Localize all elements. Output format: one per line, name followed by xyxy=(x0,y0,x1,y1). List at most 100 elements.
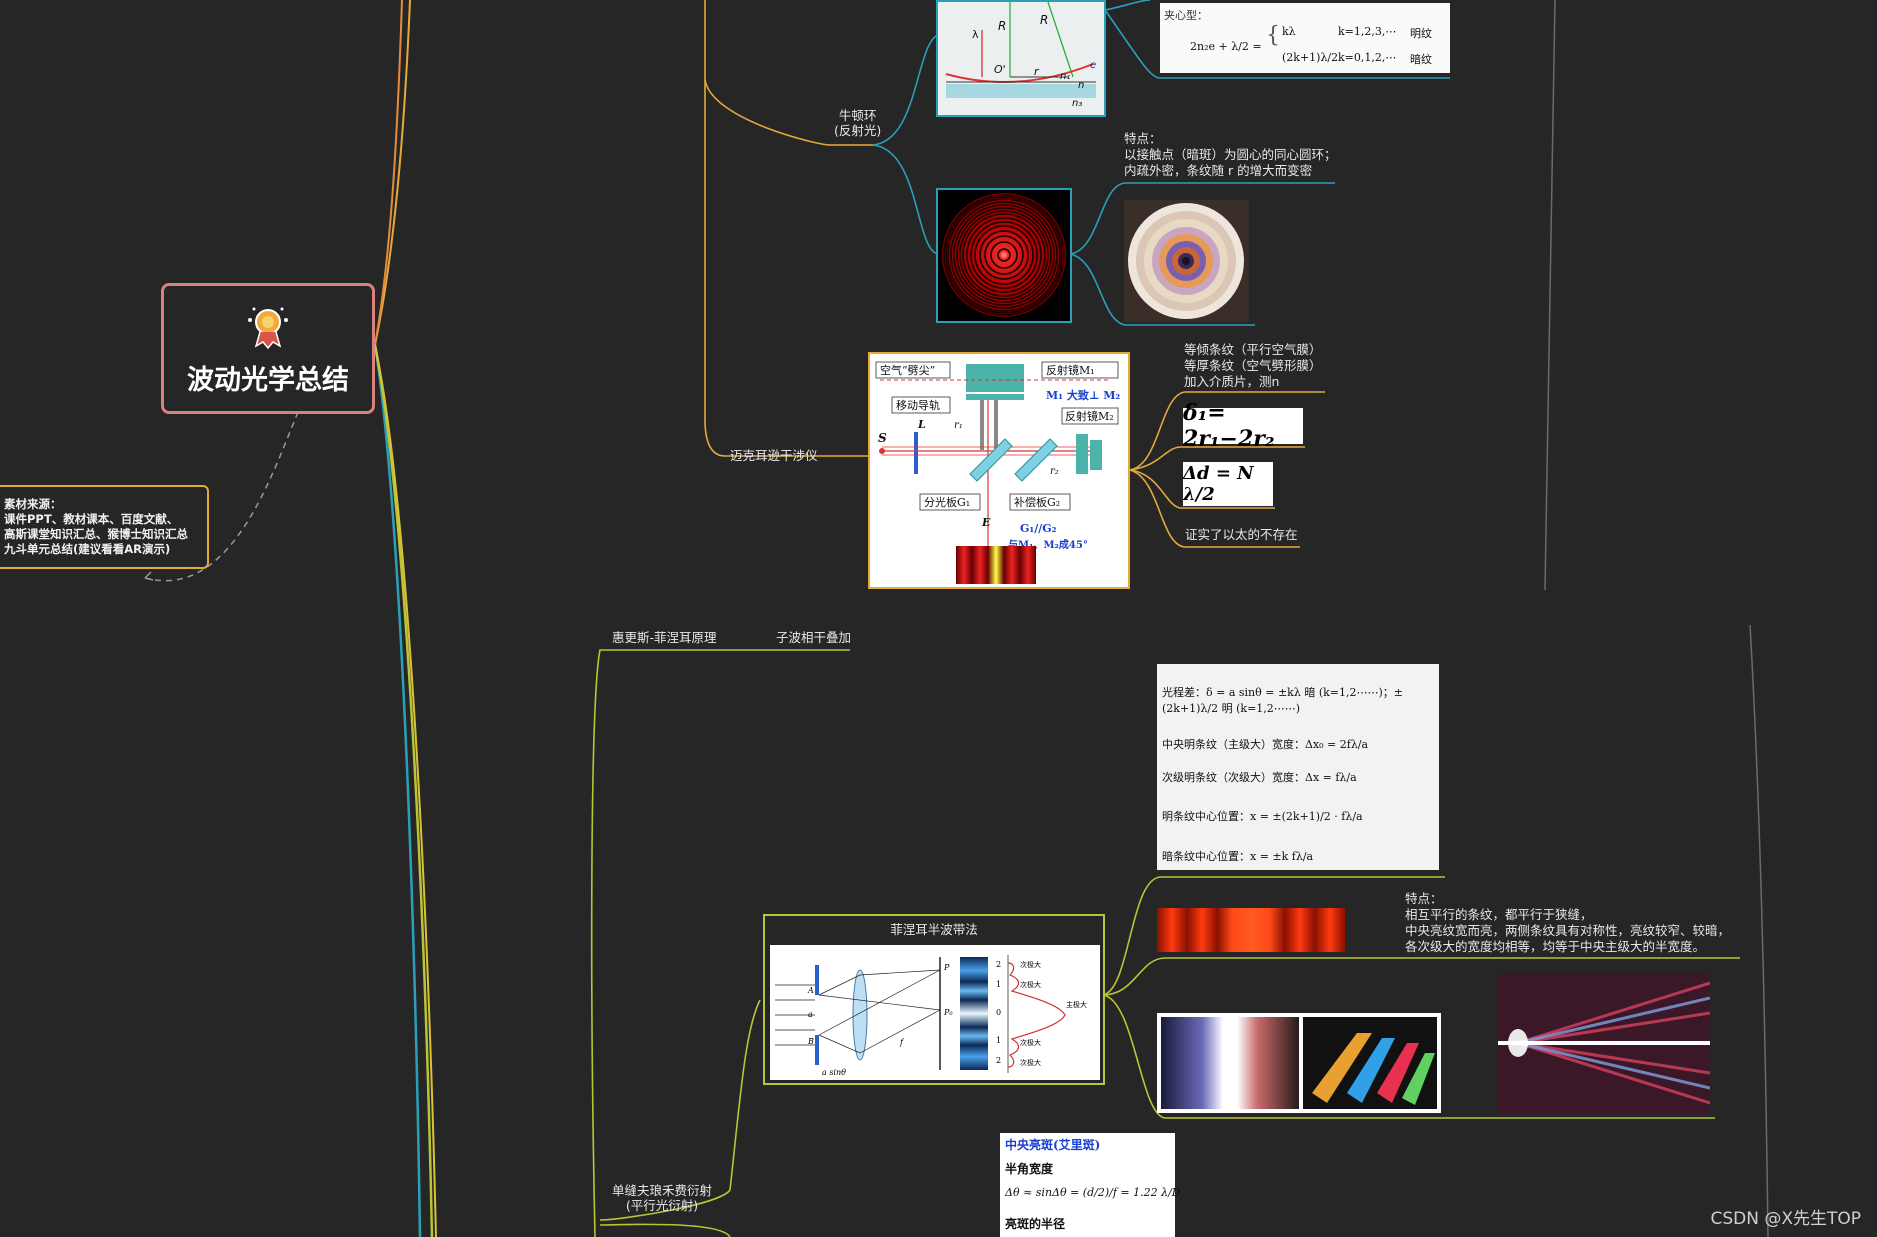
slit-label: f xyxy=(899,1038,905,1047)
newton-features[interactable]: 特点： 以接触点（暗斑）为圆心的同心圆环； 内疏外密，条纹随 r 的增大而变密 xyxy=(1124,131,1337,179)
medal-icon xyxy=(248,307,288,350)
diffraction-rays-photo xyxy=(1498,973,1711,1113)
formula-row: 光程差：δ = a sinθ = ±kλ 暗 (k=1,2⋯⋯)；±(2k+1)… xyxy=(1162,686,1403,715)
formula-row: 暗条纹中心位置：x = ±k fλ/a xyxy=(1162,850,1314,863)
single-slit-label-line: (平行光衍射) xyxy=(625,1198,699,1213)
newton-diagram-label: n₁ xyxy=(1060,71,1070,82)
source-line: 素材来源： xyxy=(4,497,62,511)
michelson-formula-path-diff: δ₁= 2r₁−2r₂ xyxy=(1183,400,1303,452)
airy-formula: Δθ ≈ sinΔθ = (d/2)/f = 1.22 λ/D xyxy=(1005,1186,1181,1199)
michelson-g2-label: 补偿板G₂ xyxy=(1014,495,1060,509)
formula-row: 明条纹中心位置：x = ±(2k+1)/2 · fλ/a xyxy=(1162,810,1363,823)
michelson-l-label: L xyxy=(917,418,926,431)
order-label: 1 xyxy=(996,980,1001,989)
single-slit-feature-line: 各次级大的宽度均相等，均等于中央主级大的半宽度。 xyxy=(1405,939,1706,954)
michelson-diagram: 空气“劈尖” 反射镜M₁ M₁ 大致⊥ M₂ 移动导轨 反射镜M₂ r₁ S L… xyxy=(868,352,1130,589)
max-label: 次极大 xyxy=(1020,1038,1041,1047)
order-label: 2 xyxy=(996,960,1001,969)
newton-ring-diagram: R R λ O' r n₁ n n₃ e xyxy=(936,0,1106,117)
huygens-child[interactable]: 子波相干叠加 xyxy=(776,630,851,645)
slit-label: A xyxy=(807,986,814,995)
single-slit-fringe-image xyxy=(1157,908,1345,952)
newton-ring-label[interactable]: 牛顿环 (反射光) xyxy=(834,108,881,138)
slit-label: a xyxy=(808,1010,813,1019)
source-line: 九斗单元总结(建议看看AR演示) xyxy=(4,542,171,556)
max-label: 次极大 xyxy=(1020,1058,1041,1067)
slit-label: P xyxy=(943,963,950,972)
single-slit-feature-line: 相互平行的条纹，都平行于狭缝， xyxy=(1405,907,1593,922)
newton-formula-row1-k: k=1,2,3,⋯ xyxy=(1338,25,1397,38)
root-title: 波动光学总结 xyxy=(187,365,349,396)
slit-label: B xyxy=(807,1037,814,1046)
newton-diagram-label: R xyxy=(1040,13,1048,27)
michelson-formula-displacement: Δd = N λ/2 xyxy=(1183,462,1273,506)
source-line: 高斯课堂知识汇总、猴博士知识汇总 xyxy=(4,527,188,541)
max-label: 主极大 xyxy=(1066,1000,1087,1009)
slit-label: a sinθ xyxy=(822,1068,846,1077)
michelson-air-label: 空气“劈尖” xyxy=(880,363,935,377)
newton-ring-red-image xyxy=(936,188,1072,323)
newton-formula-row2-kind: 暗纹 xyxy=(1410,53,1432,66)
michelson-e-label: E xyxy=(981,516,991,529)
formula-row: 中央明条纹（主级大）宽度：Δx₀ = 2fλ/a xyxy=(1162,738,1369,751)
michelson-r2-label: r₂ xyxy=(1050,466,1059,477)
formula-row: 次级明条纹（次级大）宽度：Δx = fλ/a xyxy=(1162,771,1357,784)
newton-formula-card: 夹心型： 2n₂e + λ/2 = { kλ k=1,2,3,⋯ 明纹 (2k+… xyxy=(1160,3,1450,73)
white-light-diffraction-photos xyxy=(1157,1013,1441,1113)
newton-diagram-label: λ xyxy=(972,28,979,41)
watermark: CSDN @X先生TOP xyxy=(1710,1209,1861,1229)
michelson-s-label: S xyxy=(878,431,887,445)
newton-diagram-label: n₃ xyxy=(1072,98,1082,109)
michelson-notes[interactable]: 等倾条纹（平行空气膜） 等厚条纹（空气劈形膜） 加入介质片，测n xyxy=(1184,342,1322,390)
single-slit-formula-card: 光程差：δ = a sinθ = ±kλ 暗 (k=1,2⋯⋯)；±(2k+1)… xyxy=(1157,664,1439,870)
newton-feature-line: 特点： xyxy=(1124,131,1162,146)
newton-label-line: (反射光) xyxy=(834,123,882,138)
newton-diagram-label: e xyxy=(1090,60,1096,71)
huygens-label[interactable]: 惠更斯-菲涅耳原理 xyxy=(612,630,717,645)
airy-half-angle: 半角宽度 xyxy=(1005,1162,1054,1176)
max-label: 次极大 xyxy=(1020,960,1041,969)
newton-formula-title: 夹心型： xyxy=(1164,9,1208,22)
michelson-note-line: 加入介质片，测n xyxy=(1184,374,1280,389)
airy-title: 中央亮斑(艾里斑) xyxy=(1005,1138,1101,1152)
michelson-g1-label: 分光板G₁ xyxy=(924,495,970,509)
newton-feature-line: 以接触点（暗斑）为圆心的同心圆环； xyxy=(1124,147,1337,162)
newton-feature-line: 内疏外密，条纹随 r 的增大而变密 xyxy=(1124,163,1313,178)
newton-formula-row2: (2k+1)λ/2 xyxy=(1282,51,1339,64)
newton-formula-row1: kλ xyxy=(1282,25,1296,38)
michelson-r1-label: r₁ xyxy=(954,420,963,431)
single-slit-feature-line: 特点： xyxy=(1405,891,1443,906)
newton-diagram-label: R xyxy=(998,19,1006,33)
fresnel-title: 菲涅耳半波带法 xyxy=(890,922,978,937)
single-slit-label[interactable]: 单缝夫琅禾费衍射 (平行光衍射) xyxy=(612,1183,712,1213)
single-slit-features[interactable]: 特点： 相互平行的条纹，都平行于狭缝， 中央亮纹宽而亮，两侧条纹具有对称性，亮纹… xyxy=(1405,891,1730,955)
max-label: 次极大 xyxy=(1020,980,1041,989)
slit-label: P₀ xyxy=(943,1008,953,1017)
newton-formula-lhs: 2n₂e + λ/2 = xyxy=(1190,40,1262,53)
michelson-parallel-label: G₁//G₂ xyxy=(1020,522,1057,535)
single-slit-label-line: 单缝夫琅禾费衍射 xyxy=(612,1183,713,1198)
fresnel-diagram: A B a P P₀ f a sinθ 2 1 0 1 2 次极大 次极大 主极… xyxy=(770,945,1100,1080)
newton-diagram-label: n xyxy=(1078,80,1084,91)
michelson-note-line: 等厚条纹（空气劈形膜） xyxy=(1184,358,1322,373)
newton-ring-photo xyxy=(1124,200,1249,322)
fresnel-halfwave-box: 菲涅耳半波带法 A B a P P₀ f a sinθ 2 1 0 1 2 次极… xyxy=(763,914,1105,1085)
airy-radius: 亮斑的半径 xyxy=(1005,1217,1066,1231)
order-label: 1 xyxy=(996,1036,1001,1045)
michelson-m2-label: 反射镜M₂ xyxy=(1065,409,1114,423)
order-label: 0 xyxy=(996,1008,1001,1017)
newton-diagram-label: O' xyxy=(994,63,1006,76)
michelson-note-line: 等倾条纹（平行空气膜） xyxy=(1184,342,1322,357)
newton-formula-row1-kind: 明纹 xyxy=(1410,27,1432,40)
order-label: 2 xyxy=(996,1056,1001,1065)
michelson-rail-label: 移动导轨 xyxy=(896,398,940,412)
michelson-ether-note[interactable]: 证实了以太的不存在 xyxy=(1185,527,1298,542)
root-node[interactable]: 波动光学总结 xyxy=(161,283,375,414)
michelson-m1-label: 反射镜M₁ xyxy=(1046,363,1095,377)
newton-formula-row2-k: k=0,1,2,⋯ xyxy=(1338,51,1397,64)
airy-disk-card: 中央亮斑(艾里斑) 半角宽度 Δθ ≈ sinΔθ = (d/2)/f = 1.… xyxy=(1000,1133,1181,1237)
michelson-label[interactable]: 迈克耳逊干涉仪 xyxy=(730,448,818,463)
michelson-perp-label: M₁ 大致⊥ M₂ xyxy=(1046,388,1120,402)
source-line: 课件PPT、教材课本、百度文献、 xyxy=(4,512,179,526)
source-note[interactable]: 素材来源： 课件PPT、教材课本、百度文献、 高斯课堂知识汇总、猴博士知识汇总 … xyxy=(0,485,209,569)
